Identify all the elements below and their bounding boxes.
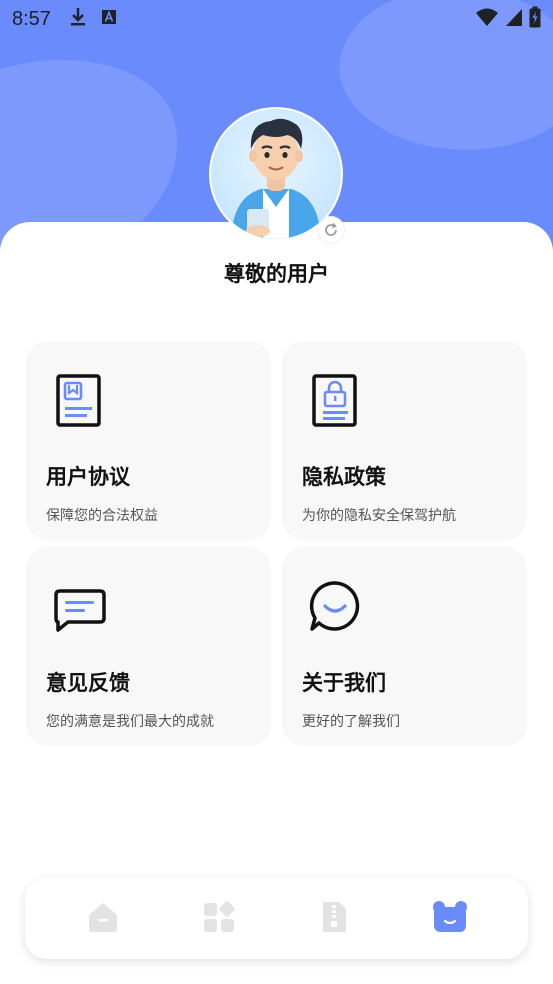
document-lock-icon — [304, 371, 366, 433]
signal-icon — [505, 7, 523, 31]
card-title: 用户协议 — [46, 465, 130, 489]
bottom-tab-bar — [25, 878, 528, 959]
username-label: 尊敬的用户 — [224, 262, 329, 286]
status-bar: 8:57 — [0, 0, 553, 38]
card-title: 关于我们 — [302, 671, 386, 695]
card-title: 意见反馈 — [46, 671, 130, 695]
wifi-icon — [475, 7, 499, 31]
smile-chat-icon — [304, 577, 366, 639]
card-subtitle: 您的满意是我们最大的成就 — [46, 714, 214, 730]
card-subtitle: 更好的了解我们 — [302, 714, 400, 730]
archive-icon — [316, 899, 352, 939]
tab-profile[interactable] — [420, 889, 480, 949]
document-bookmark-icon — [48, 371, 110, 433]
feature-card-grid: 用户协议 保障您的合法权益 隐私政策 为你的隐私安全保驾护航 意见反馈 您的满意… — [26, 341, 527, 746]
refresh-icon[interactable] — [318, 217, 344, 243]
profile-bear-icon — [431, 899, 469, 939]
status-time: 8:57 — [12, 7, 51, 30]
message-icon — [48, 577, 110, 639]
card-title: 隐私政策 — [302, 465, 386, 489]
home-icon — [85, 899, 121, 939]
tab-home[interactable] — [73, 889, 133, 949]
tab-archive[interactable] — [304, 889, 364, 949]
card-about-us[interactable]: 关于我们 更好的了解我们 — [282, 547, 527, 746]
card-subtitle: 为你的隐私安全保驾护航 — [302, 508, 456, 524]
card-privacy-policy[interactable]: 隐私政策 为你的隐私安全保驾护航 — [282, 341, 527, 540]
download-icon — [69, 7, 87, 31]
battery-charging-icon — [529, 6, 541, 32]
apps-icon — [201, 899, 237, 939]
tab-apps[interactable] — [189, 889, 249, 949]
card-feedback[interactable]: 意见反馈 您的满意是我们最大的成就 — [26, 547, 271, 746]
card-subtitle: 保障您的合法权益 — [46, 508, 158, 524]
a-badge-icon — [101, 9, 117, 29]
card-user-agreement[interactable]: 用户协议 保障您的合法权益 — [26, 341, 271, 540]
